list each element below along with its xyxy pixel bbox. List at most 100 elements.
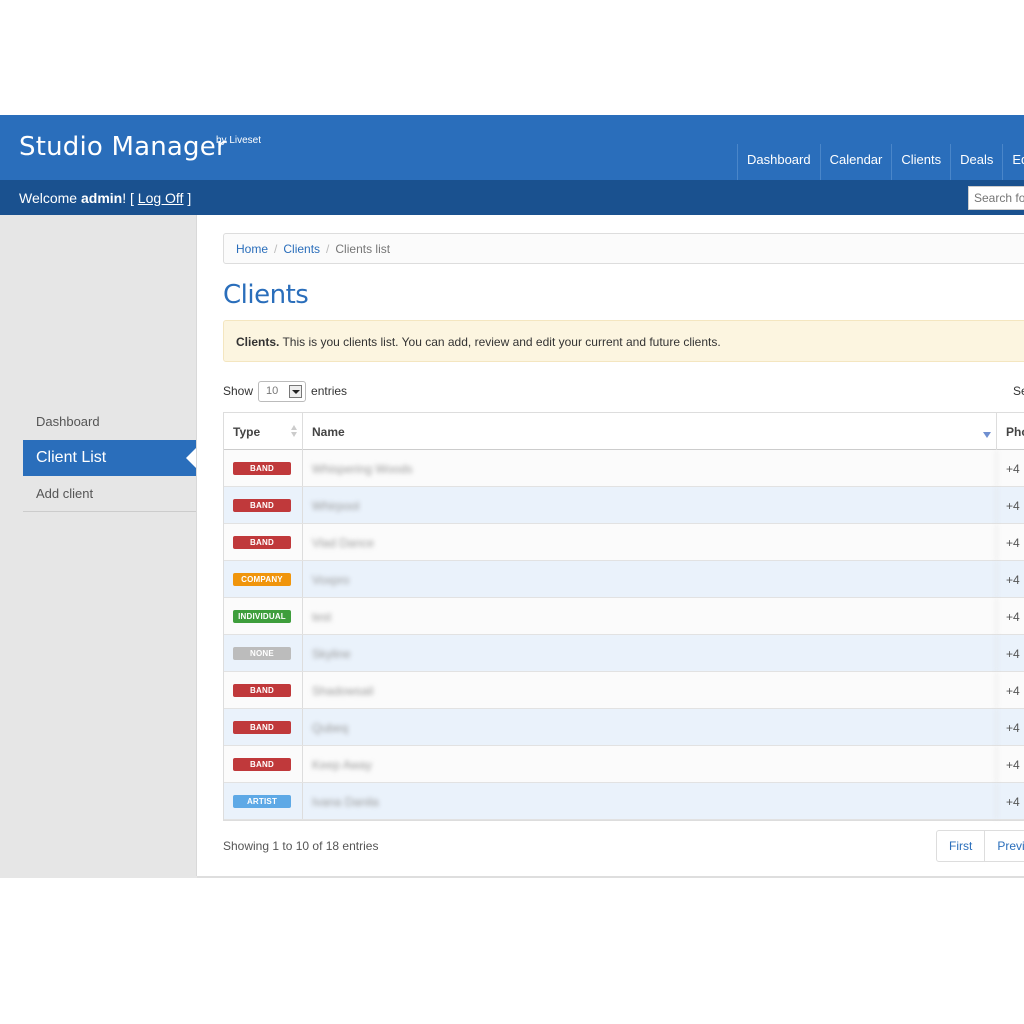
header: Studio Manager by Liveset Dashboard Cale… (0, 115, 1024, 180)
nav-clients[interactable]: Clients (891, 144, 950, 180)
page-title: Clients (223, 280, 309, 310)
page-previous-button[interactable]: Previ (985, 831, 1024, 861)
column-header-phone[interactable]: Pho (997, 413, 1024, 450)
welcome-text: Welcome (19, 190, 78, 206)
cell-phone: +4 (1006, 721, 1020, 735)
cell-type: BAND (224, 524, 303, 560)
breadcrumb-home[interactable]: Home (236, 242, 268, 256)
cell-type: NONE (224, 635, 303, 671)
cell-type: BAND (224, 450, 303, 486)
table-body: BAND Whispering Woods +4 BAND Whirpool +4 BAND… (224, 450, 1024, 820)
cell-type: BAND (224, 746, 303, 782)
cell-phone: +4 (1006, 795, 1020, 809)
alert-title: Clients. (236, 335, 280, 349)
table-row[interactable]: INDIVIDUAL test +4 (224, 598, 1024, 635)
nav-dashboard[interactable]: Dashboard (737, 144, 820, 180)
cell-phone: +4 (1006, 462, 1020, 476)
top-nav: Dashboard Calendar Clients Deals Eq (737, 144, 1024, 180)
pagination: First Previ (936, 830, 1024, 862)
breadcrumb: Home / Clients / Clients list (223, 233, 1024, 264)
main-content: Home / Clients / Clients list Clients Client… (197, 215, 1024, 876)
cell-phone: +4 (1006, 536, 1020, 550)
nav-equipment[interactable]: Eq (1002, 144, 1024, 180)
type-badge: COMPANY (233, 573, 291, 586)
welcome-bang: ! (122, 190, 127, 206)
column-header-type[interactable]: Type (224, 413, 303, 450)
cell-name[interactable]: Qubeq (303, 709, 997, 745)
type-badge: BAND (233, 684, 291, 697)
alert-text: This is you clients list. You can add, r… (279, 335, 721, 349)
cell-phone: +4 (1006, 573, 1020, 587)
cell-name[interactable]: Vlad Dance (303, 524, 997, 560)
table-row[interactable]: BAND Vlad Dance +4 (224, 524, 1024, 561)
type-badge: ARTIST (233, 795, 291, 808)
table-info: Showing 1 to 10 of 18 entries (223, 839, 379, 853)
active-indicator-icon (186, 448, 196, 468)
breadcrumb-clients[interactable]: Clients (283, 242, 320, 256)
cell-phone: +4 (1006, 499, 1020, 513)
table-row[interactable]: COMPANY Voxpro +4 (224, 561, 1024, 598)
cell-phone: +4 (1006, 684, 1020, 698)
cell-name[interactable]: Skyline (303, 635, 997, 671)
table-header: Type Name Pho (224, 413, 1024, 450)
type-badge: NONE (233, 647, 291, 660)
sort-icon (291, 425, 297, 438)
app-window: Studio Manager by Liveset Dashboard Cale… (0, 115, 1024, 878)
table-row[interactable]: BAND Keep Away +4 (224, 746, 1024, 783)
chevron-down-icon[interactable] (289, 384, 303, 398)
bracket-close: ] (187, 190, 192, 206)
type-badge: BAND (233, 758, 291, 771)
cell-name[interactable]: Whispering Woods (303, 450, 997, 486)
sidebar-item-dashboard[interactable]: Dashboard (23, 414, 196, 436)
cell-name[interactable]: test (303, 598, 997, 634)
page-length-select[interactable]: 10 (258, 380, 307, 402)
breadcrumb-separator: / (326, 242, 330, 256)
table-row[interactable]: NONE Skyline +4 (224, 635, 1024, 672)
type-badge: BAND (233, 721, 291, 734)
column-header-label: Name (312, 425, 345, 439)
logoff-link[interactable]: Log Off (138, 190, 184, 206)
column-header-label: Type (233, 425, 261, 439)
cell-type: INDIVIDUAL (224, 598, 303, 634)
cell-type: BAND (224, 487, 303, 523)
cell-phone: +4 (1006, 610, 1020, 624)
cell-name[interactable]: Keep Away (303, 746, 997, 782)
cell-name[interactable]: Whirpool (303, 487, 997, 523)
sidebar-item-client-list[interactable]: Client List (23, 440, 196, 476)
type-badge: BAND (233, 499, 291, 512)
table-row[interactable]: BAND Qubeq +4 (224, 709, 1024, 746)
cell-type: BAND (224, 672, 303, 708)
bracket-open: [ (130, 190, 134, 206)
table-row[interactable]: BAND Whispering Woods +4 (224, 450, 1024, 487)
page-length-control: Show 10 entries (223, 380, 347, 402)
cell-name[interactable]: Ivana Danila (303, 783, 997, 819)
cell-name[interactable]: Shadowsail (303, 672, 997, 708)
cell-phone: +4 (1006, 647, 1020, 661)
user-bar: Welcome admin! [ Log Off ] (0, 180, 1024, 215)
sidebar-item-add-client[interactable]: Add client (23, 486, 196, 512)
table-row[interactable]: ARTIST Ivana Danila +4 (224, 783, 1024, 820)
nav-deals[interactable]: Deals (950, 144, 1002, 180)
global-search-input[interactable] (968, 186, 1024, 210)
content-bottom-border (197, 876, 1024, 878)
clients-table: Type Name Pho BANDWhispering Woods+4BAND… (223, 412, 1024, 821)
sidebar-item-label: Dashboard (36, 414, 100, 429)
table-row[interactable]: BAND Whirpool +4 (224, 487, 1024, 524)
brand-byline: by Liveset (216, 135, 262, 146)
welcome-message: Welcome admin! [ Log Off ] (19, 190, 191, 206)
cell-name[interactable]: Voxpro (303, 561, 997, 597)
nav-calendar[interactable]: Calendar (819, 144, 892, 180)
column-header-name[interactable]: Name (303, 413, 997, 450)
page-first-button[interactable]: First (937, 831, 986, 861)
cell-phone: +4 (1006, 758, 1020, 772)
table-row[interactable]: BAND Shadowsail +4 (224, 672, 1024, 709)
show-label: Show (223, 384, 254, 398)
info-alert: Clients. This is you clients list. You c… (223, 320, 1024, 362)
brand-title: Studio Manager (19, 132, 227, 162)
type-badge: BAND (233, 462, 291, 475)
type-badge: BAND (233, 536, 291, 549)
sidebar-item-label: Add client (36, 486, 94, 501)
table-search-label: Se (1013, 384, 1024, 398)
entries-label: entries (311, 384, 348, 398)
page-length-value: 10 (266, 384, 279, 397)
